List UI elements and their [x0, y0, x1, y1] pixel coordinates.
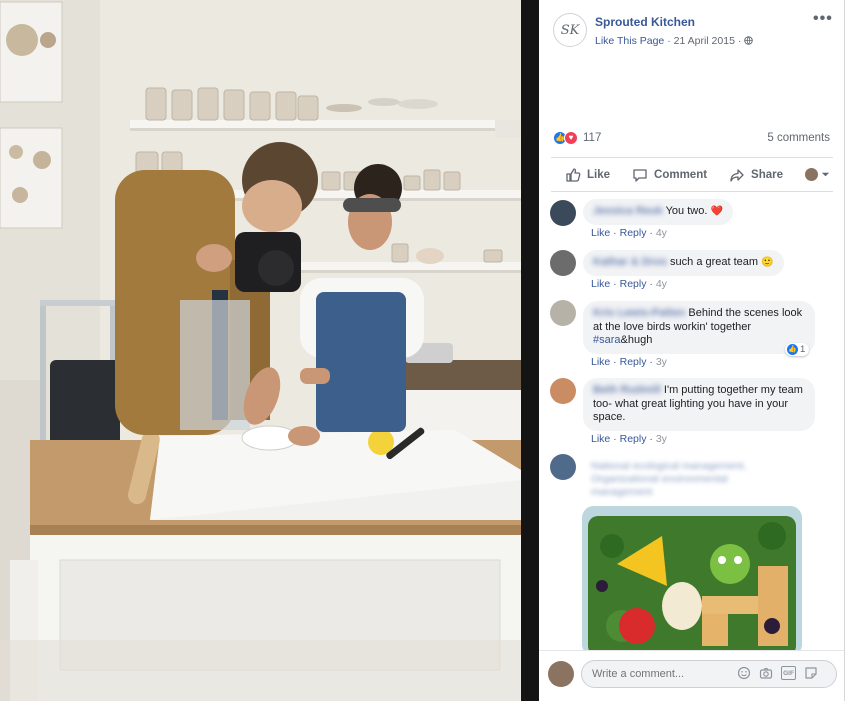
comment-reply-link[interactable]: Reply: [620, 227, 647, 239]
comment-icon: [633, 168, 647, 182]
comments-count[interactable]: 5 comments: [767, 132, 830, 144]
comment-reaction-badge[interactable]: 👍 1: [785, 343, 810, 356]
love-reaction-icon: ♥: [564, 131, 578, 145]
comment-like-link[interactable]: Like: [591, 356, 610, 368]
comment-time[interactable]: 4y: [656, 278, 667, 290]
comment-reply-link[interactable]: Reply: [620, 278, 647, 290]
comment-text-line: too- what great lighting you have in you…: [593, 397, 789, 410]
comment-button[interactable]: Comment: [632, 167, 707, 183]
comment-meta: Like · Reply · 3y: [591, 433, 667, 445]
comment-author-line: management: [591, 486, 653, 498]
post-header: SK Sprouted Kitchen Like This Page · 21 …: [539, 0, 844, 64]
commenter-avatar[interactable]: [550, 300, 576, 326]
smile-emoji: 🙂: [761, 257, 774, 268]
comment-bubble: Beth Rudmill I'm putting together my tea…: [583, 378, 815, 431]
post-side-panel: SK Sprouted Kitchen Like This Page · 21 …: [539, 0, 844, 701]
comment-author-line: National ecological management,: [591, 460, 747, 472]
comment-label: Comment: [654, 168, 708, 181]
commenter-avatar[interactable]: [550, 454, 576, 480]
emoji-icon[interactable]: [737, 666, 751, 680]
comment-composer: GIF: [539, 650, 844, 695]
comment-text: You two.: [665, 205, 708, 217]
comment-text-line: Behind the scenes look: [688, 307, 803, 319]
comment-reply-link[interactable]: Reply: [620, 433, 647, 445]
comment-text-line: I'm putting together my team: [663, 384, 803, 396]
comment-text-line: at the love birds workin' together: [593, 320, 752, 333]
comment-time[interactable]: 3y: [656, 433, 667, 445]
viewer-avatar: [805, 168, 819, 181]
comment-reply-link[interactable]: Reply: [620, 356, 647, 368]
comment-reaction-count: 1: [800, 344, 806, 355]
commenter-avatar[interactable]: [550, 250, 576, 276]
comment-meta: Like · Reply · 4y: [591, 227, 667, 239]
comment-like-link[interactable]: Like: [591, 227, 610, 239]
heart-emoji: ❤️: [710, 206, 723, 217]
reactions-summary[interactable]: 👍 ♥ 117 5 comments: [539, 128, 844, 150]
comment-photo[interactable]: [582, 506, 802, 656]
viewer-avatar: [548, 661, 574, 687]
chevron-down-icon: [821, 172, 830, 177]
comment-text: such a great team: [670, 256, 759, 268]
camera-icon[interactable]: [759, 666, 773, 680]
gif-icon[interactable]: GIF: [781, 666, 796, 680]
comment-like-link[interactable]: Like: [591, 278, 610, 290]
post-photo[interactable]: [0, 0, 521, 701]
bento-photo-image: [582, 506, 802, 656]
reaction-count[interactable]: 117: [583, 132, 601, 144]
post-action-bar: Like Comment Share: [551, 157, 833, 192]
page-avatar[interactable]: SK: [553, 13, 587, 47]
comment-bubble: Kathar & Dros such a great team 🙂: [583, 250, 784, 276]
comment-text-line: space.: [593, 411, 626, 423]
thumbs-up-icon: [566, 167, 581, 182]
lightbox-divider: [521, 0, 539, 701]
commenter-avatar[interactable]: [550, 378, 576, 404]
window-edge: [844, 0, 850, 701]
comment-author[interactable]: Kathar & Dros: [593, 256, 667, 268]
comment-author-block[interactable]: National ecological management, Organiza…: [591, 460, 746, 499]
like-button[interactable]: Like: [565, 167, 610, 183]
comment-author-line: Organizational environmental: [591, 473, 728, 485]
commenter-avatar[interactable]: [550, 200, 576, 226]
reaction-icons: 👍 ♥: [553, 131, 583, 147]
post-date[interactable]: 21 April 2015: [674, 35, 735, 47]
kitchen-photo-image: [0, 0, 521, 701]
comment-like-link[interactable]: Like: [591, 433, 610, 445]
post-meta: Like This Page · 21 April 2015 ·: [595, 35, 754, 47]
comment-author[interactable]: Kris Lewis-Patten: [593, 307, 685, 319]
comment-meta: Like · Reply · 3y: [591, 356, 667, 368]
comment-author[interactable]: Beth Rudmill: [593, 384, 661, 396]
like-page-link[interactable]: Like This Page: [595, 35, 664, 47]
share-label: Share: [751, 168, 784, 181]
hashtag-link[interactable]: #sara: [593, 334, 621, 346]
comment-time[interactable]: 3y: [656, 356, 667, 368]
share-button[interactable]: Share: [729, 167, 783, 183]
sticker-icon[interactable]: [804, 666, 818, 680]
like-label: Like: [587, 168, 611, 181]
composer-icons: GIF: [737, 666, 818, 680]
comment-text-end: &hugh: [620, 334, 653, 346]
comment-bubble: Jessica Reuk You two. ❤️: [583, 199, 733, 225]
comment-author[interactable]: Jessica Reuk: [593, 205, 663, 217]
more-dots-icon[interactable]: •••: [813, 10, 833, 28]
comment-meta: Like · Reply · 4y: [591, 278, 667, 290]
globe-icon: [744, 36, 754, 45]
comment-bubble: Kris Lewis-Patten Behind the scenes look…: [583, 301, 815, 354]
like-reaction-icon: 👍: [787, 344, 798, 355]
page-name-link[interactable]: Sprouted Kitchen: [595, 15, 695, 29]
page-avatar-initials: SK: [560, 22, 580, 38]
audience-selector[interactable]: [805, 168, 830, 181]
comment-time[interactable]: 4y: [656, 227, 667, 239]
share-icon: [730, 168, 744, 182]
